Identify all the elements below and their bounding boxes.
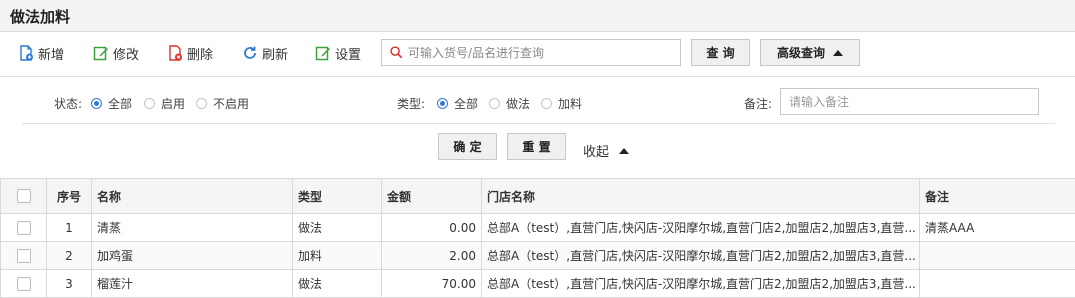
settings-button[interactable]: 设置: [315, 43, 361, 63]
radio-icon: [144, 98, 155, 109]
status-option-label: 不启用: [213, 97, 250, 111]
col-header-remark[interactable]: 备注: [919, 178, 1075, 214]
table-row[interactable]: 2 加鸡蛋 加料 2.00 总部A（test）,直营门店,快闪店-汉阳摩尔城,直…: [0, 241, 1075, 270]
cell-no: 2: [46, 241, 92, 270]
type-option-label: 加料: [558, 97, 583, 111]
radio-icon: [489, 98, 500, 109]
reset-button[interactable]: 重 置: [507, 133, 566, 160]
refresh-icon: [244, 46, 256, 59]
cell-amount: 0.00: [381, 213, 482, 242]
status-label: 状态:: [54, 97, 83, 111]
row-select-cell: [0, 213, 47, 242]
type-option-label: 做法: [506, 97, 531, 111]
select-all-cell: [0, 178, 47, 214]
edit-icon: [93, 46, 108, 61]
type-label: 类型:: [397, 97, 426, 111]
radio-icon: [196, 98, 207, 109]
row-select-cell: [0, 269, 47, 298]
toolbar: 新增 修改 删除 刷新 设置 查 询 高级查询: [0, 33, 1075, 73]
type-radio-topping[interactable]: 加料: [541, 95, 582, 112]
status-radio-all[interactable]: 全部: [91, 95, 132, 112]
cell-name: 清蒸: [91, 213, 293, 242]
delete-button-label: 删除: [187, 47, 214, 63]
search-input[interactable]: [408, 40, 676, 65]
status-radio-enabled[interactable]: 启用: [144, 95, 185, 112]
type-radio-all[interactable]: 全部: [437, 95, 478, 112]
table-row[interactable]: 3 榴莲汁 做法 70.00 总部A（test）,直营门店,快闪店-汉阳摩尔城,…: [0, 269, 1075, 298]
refresh-button[interactable]: 刷新: [242, 43, 288, 63]
collapse-toggle[interactable]: 收起: [583, 141, 630, 160]
cell-remark: 清蒸AAA: [919, 213, 1075, 242]
advanced-query-label: 高级查询: [776, 46, 825, 60]
data-table: 序号 名称 类型 金额 门店名称 备注 1 清蒸 做法 0.00 总部A（tes…: [0, 178, 1075, 298]
remark-input[interactable]: [780, 88, 1039, 115]
edit-button-label: 修改: [113, 47, 140, 63]
cell-amount: 70.00: [381, 269, 482, 298]
col-header-name[interactable]: 名称: [91, 178, 293, 214]
type-radio-method[interactable]: 做法: [489, 95, 530, 112]
cell-name: 榴莲汁: [91, 269, 293, 298]
cell-remark: [919, 241, 1075, 270]
edit-button[interactable]: 修改: [93, 43, 139, 63]
table-row[interactable]: 1 清蒸 做法 0.00 总部A（test）,直营门店,快闪店-汉阳摩尔城,直营…: [0, 213, 1075, 242]
table-header-row: 序号 名称 类型 金额 门店名称 备注: [0, 178, 1075, 214]
col-header-stores[interactable]: 门店名称: [481, 178, 920, 214]
delete-button[interactable]: 删除: [167, 43, 213, 63]
col-header-type[interactable]: 类型: [292, 178, 382, 214]
status-radio-disabled[interactable]: 不启用: [196, 95, 249, 112]
cell-remark: [919, 269, 1075, 298]
search-icon: [390, 46, 403, 59]
col-header-no[interactable]: 序号: [46, 178, 92, 214]
cell-no: 1: [46, 213, 92, 242]
cell-type: 做法: [292, 269, 382, 298]
col-header-amount[interactable]: 金额: [381, 178, 482, 214]
cell-no: 3: [46, 269, 92, 298]
chevron-up-icon: [619, 147, 630, 154]
cell-amount: 2.00: [381, 241, 482, 270]
delete-file-icon: [169, 45, 182, 61]
confirm-button[interactable]: 确 定: [438, 133, 497, 160]
add-file-icon: [20, 45, 33, 61]
status-option-label: 全部: [108, 97, 133, 111]
row-checkbox[interactable]: [16, 248, 31, 263]
advanced-filter-panel: 状态: 全部 启用 不启用 类型: 全部 做法 加料 备注: 确 定 重 置 收…: [0, 76, 1075, 174]
add-button[interactable]: 新增: [18, 43, 64, 63]
cell-type: 做法: [292, 213, 382, 242]
divider: [22, 123, 1055, 124]
collapse-label: 收起: [583, 145, 610, 160]
row-checkbox[interactable]: [16, 220, 31, 235]
query-button-label: 查 询: [706, 46, 735, 60]
settings-button-label: 设置: [335, 47, 362, 63]
radio-checked-icon: [437, 98, 448, 109]
query-button[interactable]: 查 询: [691, 39, 750, 66]
cell-stores: 总部A（test）,直营门店,快闪店-汉阳摩尔城,直营门店2,加盟店2,加盟店3…: [481, 213, 920, 242]
reset-button-label: 重 置: [522, 140, 551, 154]
title-bar: 做法加料: [0, 0, 1075, 32]
row-select-cell: [0, 241, 47, 270]
row-checkbox[interactable]: [16, 276, 31, 291]
select-all-checkbox[interactable]: [16, 189, 31, 204]
settings-edit-icon: [315, 46, 330, 61]
add-button-label: 新增: [38, 47, 65, 63]
radio-checked-icon: [91, 98, 102, 109]
cell-type: 加料: [292, 241, 382, 270]
remark-label: 备注:: [744, 97, 773, 111]
refresh-button-label: 刷新: [262, 47, 289, 63]
type-option-label: 全部: [454, 97, 479, 111]
advanced-query-button[interactable]: 高级查询: [760, 39, 860, 66]
search-box: [381, 39, 681, 66]
cell-name: 加鸡蛋: [91, 241, 293, 270]
status-option-label: 启用: [161, 97, 186, 111]
cell-stores: 总部A（test）,直营门店,快闪店-汉阳摩尔城,直营门店2,加盟店2,加盟店3…: [481, 269, 920, 298]
chevron-up-icon: [833, 49, 843, 56]
radio-icon: [541, 98, 552, 109]
page-title: 做法加料: [10, 8, 71, 26]
confirm-button-label: 确 定: [453, 140, 482, 154]
cell-stores: 总部A（test）,直营门店,快闪店-汉阳摩尔城,直营门店2,加盟店2,加盟店3…: [481, 241, 920, 270]
